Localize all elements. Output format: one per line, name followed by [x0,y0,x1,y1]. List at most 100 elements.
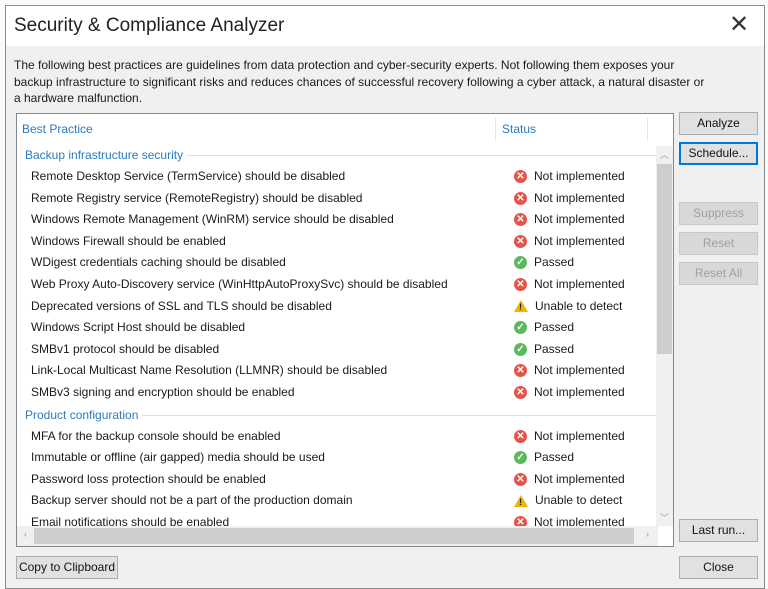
dialog-title: Security & Compliance Analyzer [14,15,285,36]
practice-name: Remote Desktop Service (TermService) sho… [31,169,346,183]
security-compliance-dialog: Security & Compliance Analyzer ✕ The fol… [5,5,765,589]
copy-to-clipboard-button[interactable]: Copy to Clipboard [16,556,118,579]
practice-name: Remote Registry service (RemoteRegistry)… [31,190,363,205]
status-cell: ✕ Not implemented [514,274,625,295]
suppress-button[interactable]: Suppress [679,202,758,225]
reset-button[interactable]: Reset [679,232,758,255]
scroll-right-icon[interactable]: › [639,529,656,539]
status-text: Passed [534,341,575,356]
group-divider [142,414,657,416]
group-divider [187,155,657,156]
status-cell: ✕ Not implemented [514,188,625,209]
status-text: Not implemented [534,212,625,227]
status-cell: ✕ Not implemented [514,426,625,447]
status-text: Not implemented [534,169,625,183]
column-header-status[interactable]: Status [502,118,536,140]
status-cell: ✓ Passed [514,339,574,360]
check-icon: ✓ [514,451,527,465]
status-cell: ! Unable to detect [514,296,622,317]
table-row[interactable]: Remote Registry service (RemoteRegistry)… [17,188,657,209]
status-text: Unable to detect [535,298,623,313]
check-icon: ✓ [514,256,527,270]
table-row[interactable]: Web Proxy Auto-Discovery service (WinHtt… [17,274,657,295]
table-row[interactable]: Remote Desktop Service (TermService) sho… [17,166,657,187]
table-row[interactable]: Windows Script Host should be disabled ✓ P… [17,317,657,338]
column-header-best-practice[interactable]: Best Practice [22,118,93,140]
practice-name: Immutable or offline (air gapped) media … [31,450,325,465]
table-row[interactable]: Deprecated versions of SSL and TLS shoul… [17,296,657,317]
error-icon: ✕ [514,234,527,248]
status-cell: ✕ Not implemented [514,166,625,187]
vertical-scrollbar[interactable]: ︿ ﹀ [656,146,673,526]
table-row[interactable]: Immutable or offline (air gapped) media … [17,447,657,468]
scroll-up-icon[interactable]: ︿ [656,148,673,161]
scrollbar-thumb[interactable] [657,164,672,354]
status-text: Not implemented [534,233,625,248]
practice-name: Windows Script Host should be disabled [31,320,246,335]
warning-icon: ! [514,494,528,507]
practice-name: Windows Firewall should be enabled [31,233,226,248]
table-row[interactable]: SMBv3 signing and encryption should be e… [17,382,657,403]
check-icon: ✓ [514,321,527,335]
status-text: Not implemented [534,471,625,486]
table-row[interactable]: Password loss protection should be enabl… [17,469,657,490]
status-text: Unable to detect [535,493,623,508]
status-cell: ✓ Passed [514,317,574,338]
column-divider[interactable] [495,118,496,140]
table-row[interactable]: Backup server should not be a part of th… [17,490,657,511]
status-text: Not implemented [534,277,625,291]
close-icon[interactable]: ✕ [726,12,752,38]
error-icon: ✕ [514,191,527,205]
status-cell: ✕ Not implemented [514,469,625,490]
status-cell: ! Unable to detect [514,490,622,511]
status-text: Not implemented [534,190,625,205]
error-icon: ✕ [514,278,527,291]
reset-all-button[interactable]: Reset All [679,262,758,285]
warning-icon: ! [514,300,528,313]
status-cell: ✕ Not implemented [514,360,625,381]
table-row[interactable]: WDigest credentials caching should be di… [17,252,657,273]
error-icon: ✕ [514,170,527,183]
status-cell: ✓ Passed [514,252,574,273]
check-icon: ✓ [514,342,527,356]
status-text: Not implemented [534,363,625,378]
practice-name: Link-Local Multicast Name Resolution (LL… [31,363,388,378]
status-text: Passed [534,320,575,335]
practice-name: WDigest credentials caching should be di… [31,255,286,270]
status-text: Not implemented [534,385,625,399]
table-row[interactable]: Windows Firewall should be enabled ✕ Not i… [17,231,657,252]
practice-name: SMBv1 protocol should be disabled [31,341,220,356]
analyze-button[interactable]: Analyze [679,112,758,135]
practice-name: SMBv3 signing and encryption should be e… [31,385,295,399]
column-divider[interactable] [647,118,648,140]
scroll-left-icon[interactable]: ‹ [17,529,34,539]
scroll-down-icon[interactable]: ﹀ [656,511,673,524]
horizontal-scrollbar[interactable]: ‹ › [17,526,658,546]
practice-name: Password loss protection should be enabl… [31,471,266,486]
status-text: Passed [534,450,575,465]
error-icon: ✕ [514,213,527,227]
table-row[interactable]: Windows Remote Management (WinRM) servic… [17,209,657,230]
practice-name: Web Proxy Auto-Discovery service (WinHtt… [31,277,448,291]
status-cell: ✕ Not implemented [514,382,625,403]
last-run-button[interactable]: Last run... [679,519,758,542]
table-row[interactable]: MFA for the backup console should be ena… [17,426,657,447]
status-cell: ✕ Not implemented [514,231,625,252]
error-icon: ✕ [514,472,527,486]
group-header: Product configuration [25,407,139,422]
close-button[interactable]: Close [679,556,758,579]
practice-name: MFA for the backup console should be ena… [31,428,281,443]
table-row[interactable]: Link-Local Multicast Name Resolution (LL… [17,360,657,381]
practice-name: Deprecated versions of SSL and TLS shoul… [31,298,332,313]
scrollbar-thumb[interactable] [34,528,634,544]
table-row[interactable]: SMBv1 protocol should be disabled ✓ Passed [17,339,657,360]
status-text: Not implemented [534,428,625,443]
error-icon: ✕ [514,429,527,443]
error-icon: ✕ [514,364,527,378]
schedule-button[interactable]: Schedule... [679,142,758,165]
description-text: The following best practices are guideli… [14,58,705,105]
error-icon: ✕ [514,386,527,399]
status-cell: ✕ Not implemented [514,209,625,230]
status-cell: ✓ Passed [514,447,574,468]
practice-name: Backup server should not be a part of th… [31,493,353,508]
